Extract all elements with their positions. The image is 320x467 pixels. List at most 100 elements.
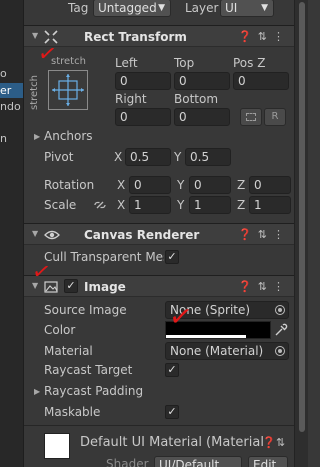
top-label: Top (174, 56, 195, 70)
rotation-z-field[interactable]: 0 (249, 176, 291, 194)
cull-transparent-checkbox[interactable]: ✓ (165, 250, 179, 264)
preset-icon[interactable]: ⇅ (276, 436, 285, 449)
right-field[interactable]: 0 (115, 108, 171, 126)
scale-z-label: Z (237, 198, 246, 212)
tag-dropdown[interactable]: Untagged ▼ (93, 0, 171, 17)
scale-y-field[interactable]: 1 (189, 196, 231, 214)
constrain-proportions-icon[interactable] (93, 199, 107, 211)
tag-value: Untagged (98, 1, 157, 15)
pivot-x-field[interactable]: 0.5 (125, 148, 171, 166)
context-menu-icon[interactable]: ⋮ (273, 30, 290, 43)
layer-value: UI (225, 1, 238, 15)
blueprint-mode-button[interactable] (240, 108, 262, 126)
pivot-x-label: X (114, 150, 123, 164)
rotation-y-field[interactable]: 0 (189, 176, 231, 194)
rotation-label: Rotation (44, 178, 95, 192)
annotation-checkmark: ✓ (166, 298, 195, 335)
rotation-x-field[interactable]: 0 (129, 176, 171, 194)
inspector-scrollbar[interactable] (294, 0, 308, 467)
bottom-label: Bottom (174, 92, 219, 106)
context-menu-icon[interactable]: ⋮ (273, 228, 290, 241)
hierarchy-item-selected[interactable]: er (0, 83, 23, 98)
object-picker-icon[interactable] (275, 346, 285, 356)
eyedropper-icon[interactable] (274, 323, 288, 337)
posz-field[interactable]: 0 (233, 72, 289, 90)
preset-icon[interactable]: ⇅ (258, 30, 273, 43)
rot-x-label: X (117, 178, 126, 192)
eye-icon (44, 230, 60, 240)
material-label: Material (44, 344, 93, 358)
shader-dropdown[interactable]: UI/Default (154, 456, 242, 467)
anchor-stretch-icon (52, 74, 84, 106)
image-title: Image (84, 280, 126, 294)
anchors-foldout-arrow-icon[interactable]: ▶ (34, 129, 40, 145)
object-picker-icon[interactable] (275, 305, 285, 315)
scrollbar-thumb[interactable] (299, 2, 305, 432)
context-menu-icon[interactable]: ⋮ (273, 280, 290, 293)
material-value: None (Material) (170, 344, 264, 358)
rot-z-label: Z (237, 178, 246, 192)
hierarchy-item[interactable]: ndo (0, 99, 23, 114)
pivot-y-label: Y (174, 150, 182, 164)
layer-label: Layer (185, 1, 219, 15)
scale-x-label: X (117, 198, 126, 212)
help-icon[interactable]: ❓ (262, 436, 276, 449)
anchor-preset-button[interactable] (48, 70, 88, 110)
hierarchy-panel: o er ndo n (0, 0, 24, 467)
raw-edit-button[interactable]: R (264, 108, 286, 126)
cull-transparent-label: Cull Transparent Mes (44, 250, 164, 264)
pivot-y-field[interactable]: 0.5 (185, 148, 231, 166)
component-header-icons[interactable]: ❓⇅⋮ (238, 29, 290, 45)
preset-icon[interactable]: ⇅ (258, 280, 273, 293)
maskable-label: Maskable (44, 405, 101, 419)
image-header[interactable]: ▼ ✓ Image ❓⇅⋮ (24, 275, 294, 297)
foldout-arrow-icon[interactable]: ▼ (32, 28, 38, 44)
right-label: Right (115, 92, 147, 106)
bottom-field[interactable]: 0 (174, 108, 230, 126)
foldout-arrow-icon[interactable]: ▼ (32, 226, 38, 242)
left-field[interactable]: 0 (115, 72, 171, 90)
help-icon[interactable]: ❓ (238, 228, 258, 241)
rect-transform-title: Rect Transform (84, 30, 187, 44)
material-preview-name: Default UI Material (Material (80, 435, 264, 450)
maskable-checkbox[interactable]: ✓ (165, 405, 179, 419)
component-header-icons[interactable]: ❓⇅⋮ (238, 227, 290, 243)
annotation-checkmark: ✓ (36, 40, 59, 69)
anchor-preset-side-label: stretch (29, 75, 40, 110)
annotation-checkmark: ✓ (30, 258, 53, 287)
hierarchy-item[interactable]: n (0, 131, 23, 146)
shader-label: Shader (106, 457, 149, 467)
rot-y-label: Y (177, 178, 185, 192)
source-image-label: Source Image (44, 303, 127, 317)
color-label: Color (44, 323, 76, 337)
scale-x-field[interactable]: 1 (129, 196, 171, 214)
raycast-target-checkbox[interactable]: ✓ (165, 363, 179, 377)
canvas-renderer-title: Canvas Renderer (84, 228, 200, 242)
canvas-renderer-header[interactable]: ▼ Canvas Renderer ❓⇅⋮ (24, 223, 294, 245)
rect-transform-header[interactable]: ▼ Rect Transform ❓⇅⋮ (24, 25, 294, 47)
raycast-padding-foldout-arrow-icon[interactable]: ▶ (34, 384, 40, 400)
alpha-bar (166, 335, 246, 338)
component-header-icons[interactable]: ❓⇅⋮ (238, 279, 290, 295)
scale-label: Scale (44, 198, 77, 212)
scale-z-field[interactable]: 1 (249, 196, 291, 214)
help-icon[interactable]: ❓ (238, 30, 258, 43)
blueprint-icon (246, 113, 256, 121)
section-divider (24, 425, 294, 426)
raycast-target-label: Raycast Target (44, 363, 133, 377)
edit-shader-button[interactable]: Edit... (248, 456, 288, 467)
image-enabled-checkbox[interactable]: ✓ (64, 279, 78, 293)
anchors-label[interactable]: Anchors (44, 128, 93, 144)
left-label: Left (115, 56, 138, 70)
preset-icon[interactable]: ⇅ (258, 228, 273, 241)
material-field[interactable]: None (Material) (165, 342, 289, 360)
hierarchy-item[interactable]: o (0, 66, 23, 81)
layer-dropdown[interactable]: UI ▼ (220, 0, 274, 17)
scale-y-label: Y (177, 198, 185, 212)
inspector-panel: Tag Untagged ▼ Layer UI ▼ ▼ Rect Transform… (24, 0, 294, 467)
chevron-down-icon: ▼ (158, 3, 165, 13)
chevron-down-icon: ▼ (261, 3, 268, 13)
raycast-padding-label[interactable]: Raycast Padding (44, 383, 143, 399)
top-field[interactable]: 0 (174, 72, 230, 90)
help-icon[interactable]: ❓ (238, 280, 258, 293)
